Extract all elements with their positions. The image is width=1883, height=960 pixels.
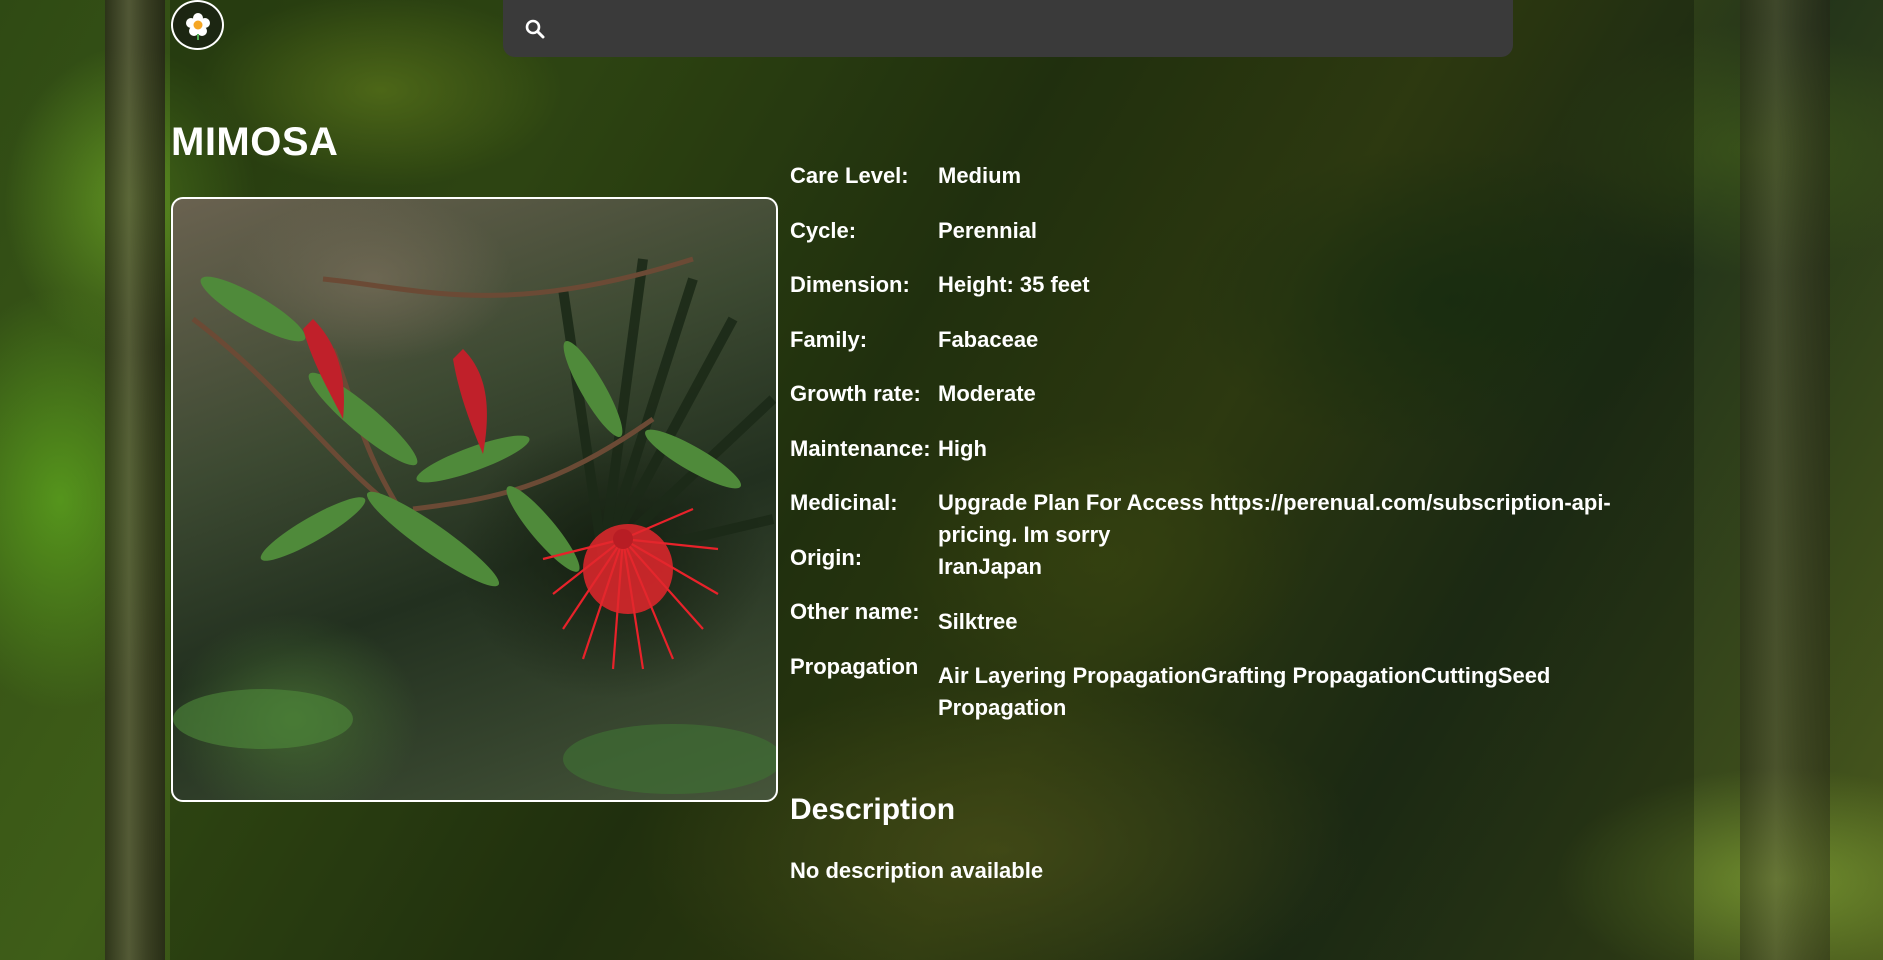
detail-labels-column: Medicinal: Origin: Other name: Propagati… — [790, 487, 938, 705]
detail-value: IranJapan — [938, 554, 1042, 579]
detail-label: Dimension: — [790, 272, 910, 297]
flower-icon — [185, 13, 210, 40]
detail-misaligned-section: Medicinal: Origin: Other name: Propagati… — [790, 487, 1670, 747]
flower-logo-icon[interactable] — [171, 0, 224, 50]
detail-row-dimension: Dimension: Height: 35 feet — [790, 269, 1670, 324]
detail-values-column: Upgrade Plan For Access https://perenual… — [938, 487, 1658, 724]
detail-row-growth-rate: Growth rate: Moderate — [790, 378, 1670, 433]
detail-value: Moderate — [938, 381, 1036, 406]
detail-row-cycle: Cycle: Perennial — [790, 215, 1670, 270]
detail-label: Other name: — [790, 599, 920, 624]
search-bar — [503, 0, 1513, 57]
detail-row-family: Family: Fabaceae — [790, 324, 1670, 379]
detail-value: Perennial — [938, 217, 1038, 243]
background-tree-trunk — [105, 0, 165, 960]
description-heading: Description — [790, 793, 956, 826]
detail-label: Origin: — [790, 544, 863, 570]
background-tree-trunk — [1740, 0, 1830, 960]
detail-label: Care Level: — [790, 163, 909, 188]
plant-title: MIMOSA — [171, 120, 339, 164]
detail-value: Air Layering PropagationGrafting Propaga… — [938, 663, 1551, 720]
detail-value: Silktree — [938, 608, 1018, 634]
detail-value: Upgrade Plan For Access https://perenual… — [938, 490, 1611, 547]
detail-value: Fabaceae — [938, 326, 1039, 352]
detail-row-care-level: Care Level: Medium — [790, 160, 1670, 215]
search-icon[interactable] — [525, 19, 545, 39]
detail-label: Maintenance: — [790, 435, 931, 461]
detail-label: Growth rate: — [790, 381, 921, 406]
detail-row-maintenance: Maintenance: High — [790, 433, 1670, 488]
detail-label: Family: — [790, 326, 868, 352]
detail-label: Cycle: — [790, 217, 857, 243]
detail-label: Propagation — [790, 653, 919, 679]
search-input[interactable] — [557, 7, 1513, 50]
detail-value: Height: 35 feet — [938, 272, 1090, 297]
plant-details: Care Level: Medium Cycle: Perennial Dime… — [790, 160, 1670, 747]
detail-value: High — [938, 435, 987, 461]
detail-value: Medium — [938, 163, 1022, 188]
description-text: No description available — [790, 858, 1044, 883]
detail-label: Medicinal: — [790, 490, 898, 515]
plant-image — [171, 197, 778, 802]
